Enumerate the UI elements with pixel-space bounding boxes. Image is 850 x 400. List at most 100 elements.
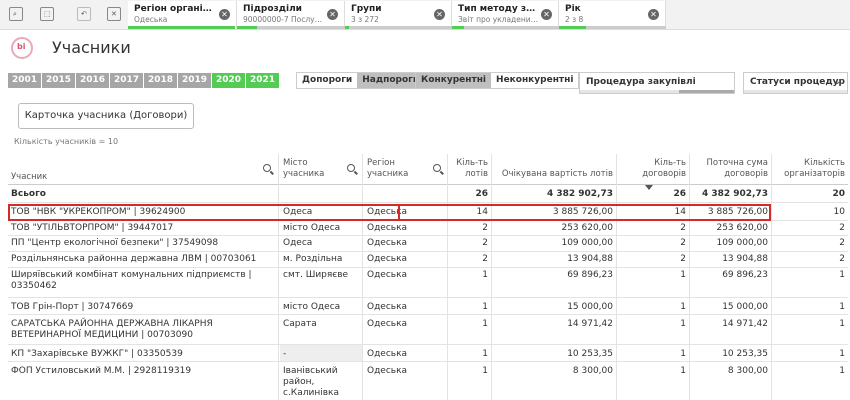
col-region[interactable]: Регіон учасника: [364, 156, 424, 182]
expected-value: 8 300,00: [572, 366, 613, 376]
chip-value: Звіт про укладений ...: [458, 15, 540, 24]
organizers-count: 1: [839, 270, 845, 280]
current-sum: 13 904,88: [722, 254, 768, 264]
selection-bar-rest: [586, 26, 666, 29]
total-label: Всього: [11, 189, 46, 199]
year-button[interactable]: 2018: [144, 73, 178, 88]
contracts-count: 2: [680, 254, 686, 264]
selection-bar-rest: [257, 26, 345, 29]
selections-tool-icon[interactable]: ⬚: [40, 7, 54, 21]
col-participant[interactable]: Учасник: [8, 170, 208, 185]
contracts-count: 1: [680, 302, 686, 312]
col-city[interactable]: Місто учасника: [280, 156, 340, 182]
participant-name: Роздільнянська районна державна ЛВМ | 00…: [11, 254, 257, 264]
close-icon[interactable]: ✕: [434, 9, 445, 20]
status-filter[interactable]: Статуси процедур ⌄: [743, 72, 848, 94]
search-icon[interactable]: [263, 164, 271, 172]
col-expected[interactable]: Очікувана вартість лотів: [493, 167, 616, 182]
total-organizers: 20: [832, 189, 845, 199]
col-lots[interactable]: Кіль-ть лотів: [449, 156, 491, 182]
organizers-count: 1: [839, 319, 845, 329]
lots-count: 1: [482, 302, 488, 312]
chip-title: Регіон організа...: [134, 4, 216, 14]
row-highlight: [398, 204, 771, 221]
smart-search-icon[interactable]: ⌕: [9, 7, 23, 21]
participant-name: КП "Захарівське ВУЖКГ" | 03350539: [11, 349, 183, 359]
expected-value: 69 896,23: [567, 270, 613, 280]
search-icon[interactable]: [433, 164, 441, 172]
year-button-selected[interactable]: 2021: [246, 73, 280, 88]
year-button[interactable]: 2017: [110, 73, 144, 88]
participant-card-button[interactable]: Карточка учасника (Договори): [18, 103, 194, 129]
selection-chip-region[interactable]: Регіон організа... Одеська ✕: [128, 1, 237, 29]
participant-region: Одеська: [367, 238, 408, 248]
current-sum: 69 896,23: [722, 270, 768, 280]
noncompetitive-button[interactable]: Неконкурентні: [491, 73, 578, 88]
selection-chip-groups[interactable]: Групи 3 з 272 ✕: [345, 1, 452, 29]
table-row[interactable]: САРАТСЬКА РАЙОННА ДЕРЖАВНА ЛІКАРНЯ ВЕТЕР…: [8, 315, 848, 345]
table-row[interactable]: ТОВ Грін-Порт | 30747669 місто Одеса Оде…: [8, 298, 848, 315]
participants-count: Кількість учасників = 10: [14, 137, 119, 146]
participant-region: Одеська: [367, 302, 408, 312]
selection-chip-departments[interactable]: Підрозділи 90000000-7 Послуг... ✕: [237, 1, 345, 29]
current-sum: 253 620,00: [716, 223, 768, 233]
step-back-icon[interactable]: ↶: [77, 7, 91, 21]
expected-value: 13 904,88: [567, 254, 613, 264]
chip-title: Рік: [565, 4, 581, 14]
bi-logo: bi: [11, 37, 33, 59]
participant-name: ПП "Центр екологічної безпеки" | 3754909…: [11, 238, 219, 248]
col-contracts[interactable]: Кіль-ть договорів: [618, 156, 689, 182]
close-icon[interactable]: ✕: [327, 9, 338, 20]
col-organizers[interactable]: Кількість організаторів: [773, 156, 848, 182]
table-row[interactable]: Ширяївський комбінат комунальних підприє…: [8, 268, 848, 298]
selection-bar: [452, 26, 464, 29]
close-icon[interactable]: ✕: [648, 9, 659, 20]
organizers-count: 10: [833, 207, 845, 217]
participant-region: Одеська: [367, 366, 408, 376]
participant-name: Ширяївський комбінат комунальних підприє…: [11, 270, 252, 291]
selection-chip-method-type[interactable]: Тип методу заку... Звіт про укладений ..…: [452, 1, 559, 29]
participant-region: Одеська: [367, 319, 408, 329]
close-icon[interactable]: ✕: [219, 9, 230, 20]
year-button-selected[interactable]: 2020: [212, 73, 246, 88]
participant-city: Одеса: [283, 238, 313, 248]
year-button[interactable]: 2016: [76, 73, 110, 88]
competitive-button[interactable]: Конкурентні: [416, 73, 492, 88]
year-button[interactable]: 2001: [8, 73, 42, 88]
table-row[interactable]: Роздільнянська районна державна ЛВМ | 00…: [8, 252, 848, 268]
table-row[interactable]: КП "Захарівське ВУЖКГ" | 03350539 - Одес…: [8, 345, 848, 362]
table-row[interactable]: ПП "Центр екологічної безпеки" | 3754909…: [8, 236, 848, 252]
organizers-count: 1: [839, 302, 845, 312]
participant-city: м. Роздільна: [283, 254, 343, 264]
close-icon[interactable]: ✕: [541, 9, 552, 20]
participant-name: САРАТСЬКА РАЙОННА ДЕРЖАВНА ЛІКАРНЯ ВЕТЕР…: [11, 319, 213, 340]
lots-count: 2: [482, 254, 488, 264]
year-button[interactable]: 2019: [178, 73, 212, 88]
participant-city: -: [280, 345, 362, 361]
col-current-sum[interactable]: Поточна сума договорів: [691, 156, 771, 182]
current-sum: 14 971,42: [722, 319, 768, 329]
below-threshold-button[interactable]: Допороги: [297, 73, 357, 88]
year-filter: 2001 2015 2016 2017 2018 2019 2020 2021: [8, 73, 280, 88]
lots-count: 1: [482, 319, 488, 329]
chevron-down-icon: ⌄: [833, 77, 841, 87]
table-row[interactable]: ФОП Устиловський М.М. | 2928119319 Івані…: [8, 362, 848, 400]
procedure-filter-label: Процедура закупівлі: [586, 77, 696, 87]
current-sum: 8 300,00: [727, 366, 768, 376]
procedure-filter[interactable]: Процедура закупівлі: [579, 72, 735, 94]
search-icon[interactable]: [347, 164, 355, 172]
contracts-count: 1: [680, 366, 686, 376]
selection-chip-year[interactable]: Рік 2 з 8 ✕: [559, 1, 666, 29]
participant-city: Іванівський район, с.Калинівка: [283, 366, 339, 398]
participant-city: смт. Ширяєве: [283, 270, 349, 280]
page-title: Учасники: [52, 38, 131, 57]
column-divider: [771, 154, 772, 400]
table-row[interactable]: ТОВ "УТІЛЬВТОРПРОМ" | 39447017 місто Оде…: [8, 221, 848, 236]
organizers-count: 2: [839, 223, 845, 233]
current-sum: 15 000,00: [722, 302, 768, 312]
total-lots: 26: [475, 189, 488, 199]
total-row: Всього 26 4 382 902,73 26 4 382 902,73 2…: [8, 185, 848, 203]
year-button[interactable]: 2015: [42, 73, 76, 88]
clear-selections-icon[interactable]: ✕: [107, 7, 121, 21]
contracts-count: 2: [680, 223, 686, 233]
